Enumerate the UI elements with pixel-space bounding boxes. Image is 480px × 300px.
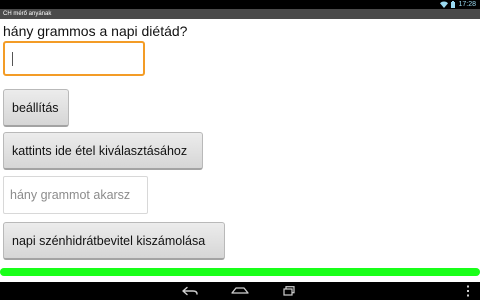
wifi-icon bbox=[440, 1, 449, 8]
recents-icon[interactable] bbox=[279, 284, 299, 298]
select-food-button-label: kattints ide étel kiválasztásához bbox=[12, 143, 188, 158]
app-title-bar: CH mérő anyának bbox=[0, 9, 480, 19]
battery-icon bbox=[451, 1, 456, 8]
back-icon[interactable] bbox=[180, 284, 200, 298]
select-food-button[interactable]: kattints ide étel kiválasztásához bbox=[3, 132, 203, 170]
diet-question-label: hány grammos a napi diétád? bbox=[3, 23, 188, 39]
grams-input-placeholder: hány grammot akarsz bbox=[10, 188, 131, 202]
settings-button[interactable]: beállítás bbox=[3, 89, 69, 127]
daily-grams-input[interactable] bbox=[3, 41, 145, 76]
status-bar: 17:28 bbox=[0, 0, 480, 9]
text-caret bbox=[12, 52, 13, 66]
clock: 17:28 bbox=[458, 1, 476, 8]
calculate-carbs-button[interactable]: napi szénhidrátbevitel kiszámolása bbox=[3, 222, 225, 260]
progress-fill bbox=[0, 268, 480, 276]
calculate-carbs-button-label: napi szénhidrátbevitel kiszámolása bbox=[12, 233, 206, 248]
main-content: hány grammos a napi diétád? beállítás ka… bbox=[0, 19, 480, 282]
home-icon[interactable] bbox=[230, 284, 250, 298]
menu-icon[interactable] bbox=[458, 284, 478, 298]
app-title: CH mérő anyának bbox=[3, 11, 52, 17]
navigation-bar bbox=[0, 282, 480, 300]
grams-input[interactable]: hány grammot akarsz bbox=[3, 176, 148, 214]
status-icons: 17:28 bbox=[440, 0, 476, 9]
progress-bar bbox=[0, 268, 480, 276]
settings-button-label: beállítás bbox=[12, 100, 59, 115]
